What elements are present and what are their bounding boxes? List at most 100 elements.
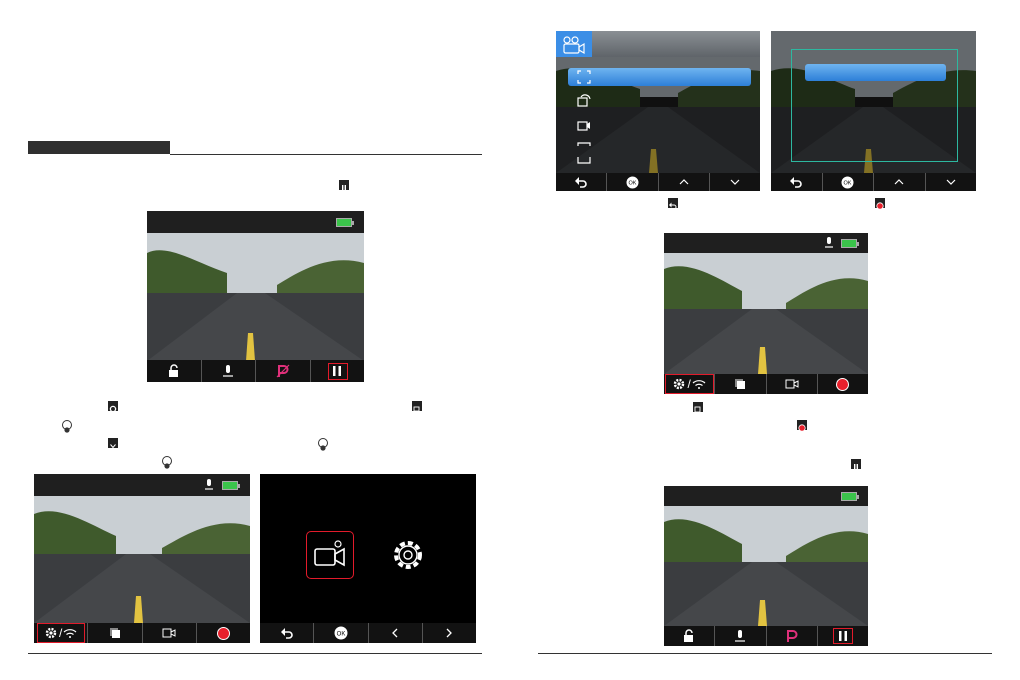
microphone-icon (205, 479, 213, 490)
mode-tab[interactable] (556, 31, 592, 57)
control-bar: OK (556, 173, 760, 191)
screen-mode-select: OK (260, 474, 476, 643)
down-button[interactable] (708, 173, 760, 191)
camera-switch-button[interactable] (765, 374, 817, 394)
back-button[interactable] (556, 173, 606, 191)
microphone-icon (223, 365, 234, 377)
pause-icon (339, 180, 349, 191)
section-heading-bar (28, 141, 170, 154)
ok-button[interactable]: OK (313, 623, 367, 643)
record-button[interactable] (816, 374, 868, 394)
down-button[interactable] (924, 173, 977, 191)
mode-icon (563, 36, 585, 55)
ok-label: OK (844, 180, 852, 186)
parking-button[interactable] (255, 360, 310, 382)
gear-icon (394, 541, 422, 569)
system-settings-option[interactable] (386, 533, 430, 577)
camera-icon (785, 379, 799, 389)
settings-wifi-button[interactable]: / (34, 623, 87, 643)
mode-icon (412, 401, 422, 412)
microphone-icon (735, 630, 746, 642)
ok-label: OK (628, 180, 636, 186)
lock-button[interactable] (664, 626, 714, 646)
photo-icon (693, 402, 703, 413)
lock-icon (684, 629, 694, 642)
record-icon (797, 420, 807, 432)
road-view (664, 253, 868, 374)
video-settings-option[interactable] (306, 531, 354, 579)
back-button[interactable] (260, 623, 313, 643)
timelapse-icon (577, 121, 590, 131)
chevron-down-icon (108, 438, 118, 449)
parking-button[interactable] (765, 626, 817, 646)
photo-button[interactable] (87, 623, 141, 643)
screen-recording-2: / (664, 233, 868, 394)
camera-switch-button[interactable] (141, 623, 196, 643)
ok-button[interactable]: OK (606, 173, 657, 191)
parking-icon (786, 630, 798, 642)
chevron-up-icon (679, 179, 689, 185)
ok-icon: OK (841, 176, 854, 188)
page-footer-rule-right (538, 653, 992, 654)
submenu-item-selected[interactable] (805, 64, 946, 81)
mic-button[interactable] (714, 626, 765, 646)
road-view (34, 496, 250, 623)
record-icon (875, 198, 885, 210)
photo-button[interactable] (714, 374, 765, 394)
road-view (664, 506, 868, 626)
section-rule (170, 154, 482, 155)
back-icon (575, 177, 587, 188)
battery-icon (841, 239, 859, 248)
microphone-icon (825, 237, 833, 248)
up-button[interactable] (657, 173, 709, 191)
highlight-box (832, 628, 853, 644)
parking-icon (276, 364, 290, 378)
chevron-left-icon (392, 628, 398, 638)
chevron-right-icon (446, 628, 453, 638)
ok-label: OK (337, 632, 346, 638)
highlight-box (327, 363, 348, 380)
battery-icon (336, 218, 354, 227)
record-button[interactable] (195, 623, 250, 643)
chevron-down-icon (946, 179, 956, 185)
chevron-up-icon (894, 179, 904, 185)
resolution-icon (577, 70, 591, 84)
up-button[interactable] (873, 173, 925, 191)
ok-icon: OK (334, 626, 348, 640)
control-bar: / (34, 623, 250, 643)
record-icon (216, 626, 230, 640)
status-bar (34, 474, 250, 496)
back-icon (668, 198, 678, 210)
gear-icon (108, 401, 118, 413)
lock-button[interactable] (147, 360, 201, 382)
pause-button[interactable] (309, 360, 365, 382)
control-bar (147, 360, 364, 382)
battery-icon (841, 492, 859, 501)
settings-wifi-button[interactable]: / (664, 374, 714, 394)
mic-button[interactable] (200, 360, 256, 382)
pause-button[interactable] (816, 626, 868, 646)
highlight-box (665, 374, 714, 394)
back-icon (790, 177, 802, 188)
left-button[interactable] (367, 623, 422, 643)
ok-icon (318, 438, 328, 451)
record-icon (836, 377, 850, 391)
page-footer-rule-left (28, 653, 482, 654)
right-button[interactable] (421, 623, 476, 643)
back-icon (280, 628, 293, 639)
video-settings-icon (314, 540, 345, 567)
screen-recording: / (34, 474, 250, 643)
ok-button[interactable]: OK (821, 173, 874, 191)
photo-icon (109, 628, 120, 638)
lock-icon (168, 364, 178, 377)
frame-icon (577, 157, 591, 164)
menu-item-selected[interactable] (568, 68, 751, 86)
control-bar (664, 626, 868, 646)
status-bar (147, 211, 364, 233)
photo-icon (735, 379, 746, 389)
control-bar: OK (771, 173, 976, 191)
back-button[interactable] (771, 173, 822, 191)
loop-recording-icon (577, 94, 591, 107)
pause-icon (851, 459, 861, 470)
control-bar: / (664, 374, 868, 394)
